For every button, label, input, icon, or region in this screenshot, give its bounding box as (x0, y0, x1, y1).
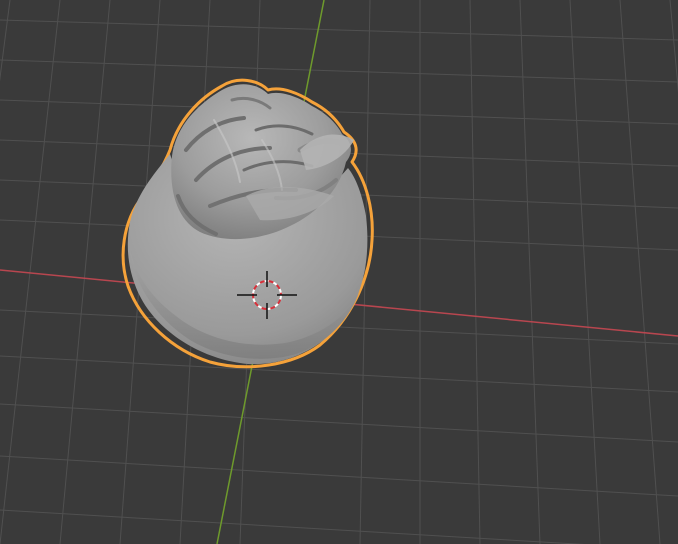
3d-viewport[interactable] (0, 0, 678, 544)
viewport-canvas[interactable] (0, 0, 678, 544)
